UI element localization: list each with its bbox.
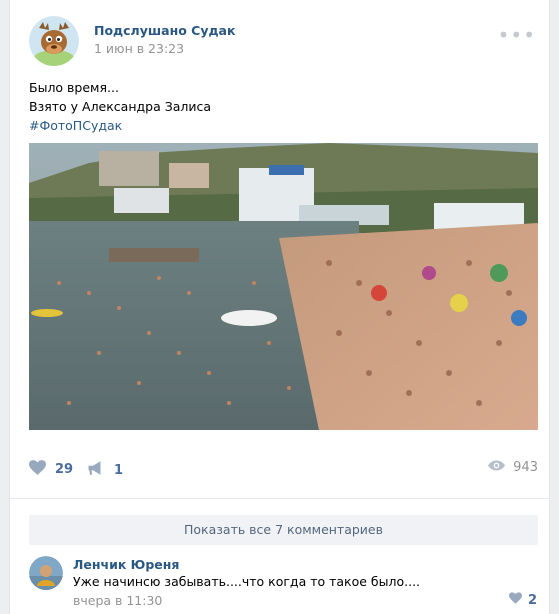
more-options-icon[interactable]: ••• — [498, 23, 536, 47]
show-all-comments-button[interactable]: Показать все 7 комментариев — [29, 515, 538, 545]
megaphone-icon — [87, 460, 105, 480]
comment-text: Уже начинсю забывать....что когда то так… — [73, 574, 421, 589]
post-card: Подслушано Судак 1 июн в 23:23 ••• Было … — [9, 0, 550, 614]
share-count: 1 — [114, 462, 124, 478]
views-count: 943 — [513, 460, 538, 475]
post-text: Было время... Взято у Александра Залиса … — [29, 78, 211, 135]
post-text-line: Взято у Александра Залиса — [29, 99, 212, 114]
community-avatar[interactable] — [29, 16, 79, 66]
like-count: 29 — [55, 462, 74, 477]
hashtag-link[interactable]: #ФотоПСудак — [29, 116, 211, 135]
views-counter: 943 — [488, 460, 538, 475]
post-text-line: Было время... — [29, 80, 119, 95]
post-actions-bar: 29 1 943 — [29, 460, 538, 484]
post-date[interactable]: 1 июн в 23:23 — [94, 41, 184, 56]
post-author-link[interactable]: Подслушано Судак — [94, 23, 235, 38]
heart-icon — [508, 592, 522, 608]
post-photo[interactable] — [29, 143, 538, 430]
eye-icon — [488, 460, 506, 475]
comment-like-button[interactable]: 2 — [508, 592, 537, 608]
heart-icon — [29, 460, 46, 479]
commenter-avatar[interactable] — [29, 556, 63, 590]
comment-like-count: 2 — [527, 592, 537, 608]
like-button[interactable]: 29 — [29, 460, 73, 479]
comment-date[interactable]: вчера в 11:30 — [73, 593, 162, 608]
share-button[interactable]: 1 — [87, 460, 123, 480]
divider — [10, 498, 549, 499]
comment-author-link[interactable]: Ленчик Юреня — [73, 557, 179, 572]
